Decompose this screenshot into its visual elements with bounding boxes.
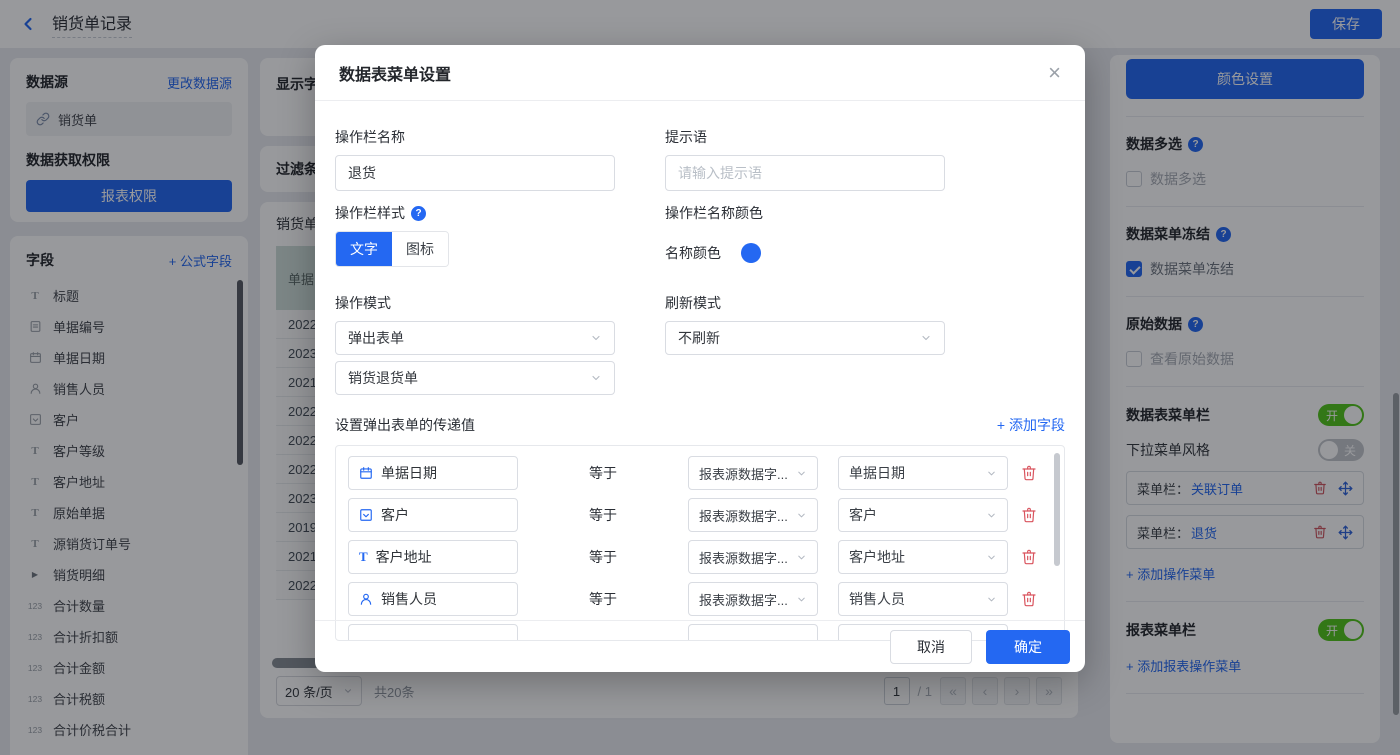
user-icon — [359, 592, 373, 606]
add-field-link[interactable]: + 添加字段 — [997, 415, 1065, 435]
delete-icon[interactable] — [1021, 549, 1037, 565]
name-color-text: 名称颜色 — [665, 243, 721, 263]
source-type-select[interactable]: 报表源数据字... — [688, 498, 818, 532]
select-box-icon — [359, 508, 373, 522]
delete-icon[interactable] — [1021, 591, 1037, 607]
delete-icon[interactable] — [1021, 507, 1037, 523]
field-box[interactable]: 销售人员 — [348, 582, 518, 616]
refresh-mode-label: 刷新模式 — [665, 293, 945, 313]
cancel-button[interactable]: 取消 — [890, 630, 972, 664]
source-field-select[interactable]: 单据日期 — [838, 456, 1008, 490]
chevron-down-icon — [796, 594, 807, 605]
confirm-button[interactable]: 确定 — [986, 630, 1070, 664]
transfer-values-list: 单据日期 等于 报表源数据字... 单据日期 客户 等于 报表源数据字... 客… — [335, 445, 1065, 641]
action-name-label: 操作栏名称 — [335, 127, 615, 147]
page-scrollbar-thumb[interactable] — [1393, 393, 1399, 715]
chevron-down-icon — [590, 372, 602, 384]
color-swatch[interactable] — [741, 243, 761, 263]
field-box[interactable]: T客户地址 — [348, 540, 518, 574]
action-style-label: 操作栏样式 ? — [335, 203, 615, 223]
field-box[interactable]: 客户 — [348, 498, 518, 532]
transfer-values-label: 设置弹出表单的传递值 — [335, 415, 475, 435]
calendar-icon — [359, 466, 373, 480]
chevron-down-icon — [986, 552, 997, 563]
app-window: 销货单记录 保存 数据源 更改数据源 销货单 数据获取权限 报表权限 字段 + … — [0, 0, 1400, 755]
action-style-tabs: 文字 图标 — [335, 231, 449, 267]
chevron-down-icon — [986, 510, 997, 521]
tab-icon[interactable]: 图标 — [392, 232, 448, 266]
refresh-mode-select[interactable]: 不刷新 — [665, 321, 945, 355]
field-box[interactable]: 单据日期 — [348, 456, 518, 490]
chevron-down-icon — [590, 332, 602, 344]
table-menu-settings-dialog: 数据表菜单设置 × 操作栏名称 操作栏样式 ? 文字 图标 — [315, 45, 1085, 672]
transfer-row: T客户地址 等于 报表源数据字... 客户地址 — [348, 540, 1052, 574]
target-form-select[interactable]: 销货退货单 — [335, 361, 615, 395]
transfer-row: 销售人员 等于 报表源数据字... 销售人员 — [348, 582, 1052, 616]
chevron-down-icon — [920, 332, 932, 344]
tab-text[interactable]: 文字 — [336, 232, 392, 266]
source-field-select[interactable]: 客户 — [838, 498, 1008, 532]
operator-label: 等于 — [518, 547, 688, 567]
operator-label: 等于 — [518, 463, 688, 483]
name-color-label: 操作栏名称颜色 — [665, 203, 945, 223]
list-scrollbar[interactable] — [1054, 453, 1060, 566]
source-type-select[interactable]: 报表源数据字... — [688, 540, 818, 574]
delete-icon[interactable] — [1021, 465, 1037, 481]
tip-label: 提示语 — [665, 127, 945, 147]
transfer-row: 单据日期 等于 报表源数据字... 单据日期 — [348, 456, 1052, 490]
action-mode-select[interactable]: 弹出表单 — [335, 321, 615, 355]
text-icon: T — [359, 549, 368, 565]
source-type-select[interactable]: 报表源数据字... — [688, 456, 818, 490]
transfer-row: 客户 等于 报表源数据字... 客户 — [348, 498, 1052, 532]
help-icon[interactable]: ? — [411, 206, 426, 221]
chevron-down-icon — [986, 468, 997, 479]
source-field-select[interactable]: 客户地址 — [838, 540, 1008, 574]
operator-label: 等于 — [518, 589, 688, 609]
chevron-down-icon — [796, 468, 807, 479]
close-icon[interactable]: × — [1048, 62, 1061, 84]
dialog-title: 数据表菜单设置 — [339, 61, 451, 85]
chevron-down-icon — [796, 552, 807, 563]
source-field-select[interactable]: 销售人员 — [838, 582, 1008, 616]
chevron-down-icon — [986, 594, 997, 605]
source-type-select[interactable]: 报表源数据字... — [688, 582, 818, 616]
action-mode-label: 操作模式 — [335, 293, 615, 313]
operator-label: 等于 — [518, 505, 688, 525]
tip-input[interactable] — [665, 155, 945, 191]
chevron-down-icon — [796, 510, 807, 521]
action-name-input[interactable] — [335, 155, 615, 191]
